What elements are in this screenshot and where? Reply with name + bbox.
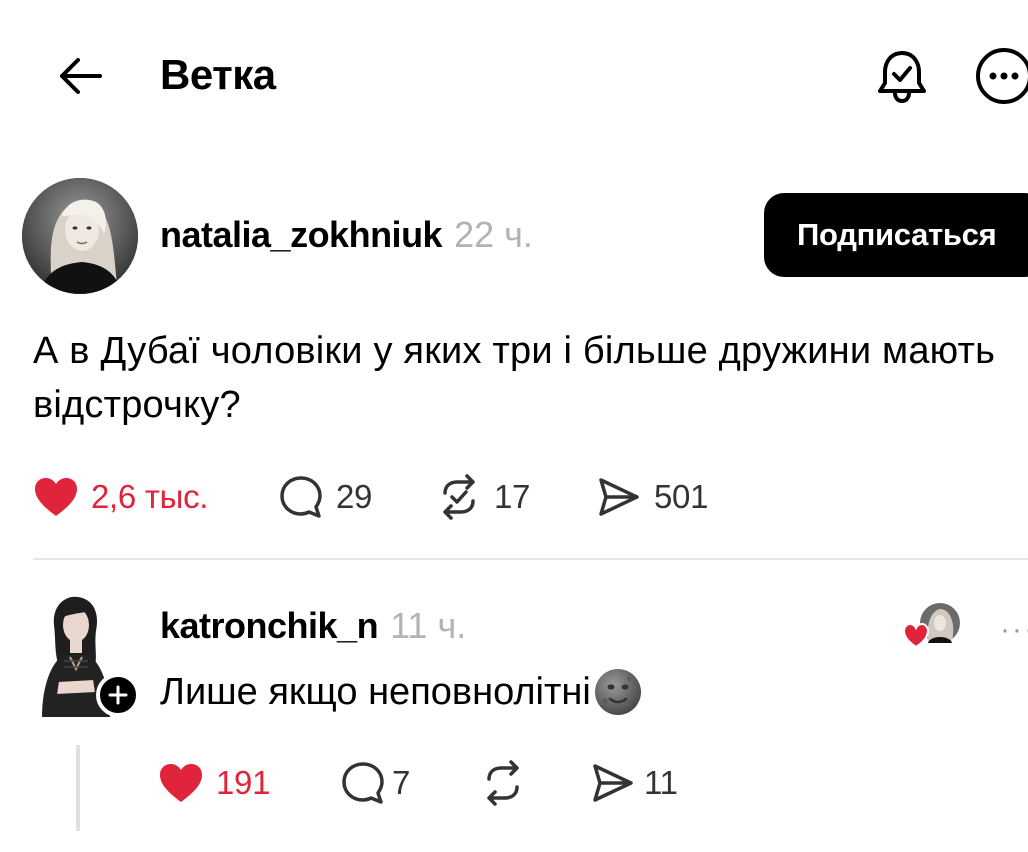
- thread-page: Ветка natalia_zokhniuk 22 ч. Подписаться…: [0, 0, 1028, 852]
- reply-comment-button[interactable]: 7: [340, 759, 410, 807]
- repost-icon: [487, 760, 519, 806]
- reply-like-count: 191: [216, 764, 271, 801]
- reply-actions: 191 7 11: [0, 759, 1028, 807]
- reply-text: Лише якщо неповнолітні: [160, 671, 591, 713]
- new-moon-face-emoji-icon: [594, 669, 641, 715]
- author-username[interactable]: natalia_zokhniuk: [160, 214, 443, 256]
- liked-by-avatar: [902, 603, 960, 649]
- reply-repost-button[interactable]: [480, 759, 526, 807]
- heart-small-icon: [902, 622, 930, 649]
- reply-share-count: 11: [644, 764, 678, 801]
- comment-button[interactable]: 29: [278, 472, 372, 522]
- more-horizontal-icon: [976, 48, 1028, 104]
- avatar[interactable]: [22, 178, 138, 294]
- comment-count: 29: [336, 478, 373, 515]
- reply-author-username[interactable]: katronchik_n: [160, 605, 379, 647]
- post-actions: 2,6 тыс. 29 17 501: [0, 472, 1028, 522]
- follow-add-button[interactable]: [96, 673, 140, 717]
- like-button[interactable]: 2,6 тыс.: [33, 472, 208, 522]
- repost-button[interactable]: 17: [436, 472, 530, 522]
- reply-more-button[interactable]: ···: [1000, 613, 1028, 647]
- back-button[interactable]: [52, 48, 108, 104]
- repost-count: 17: [494, 478, 531, 515]
- repost-icon: [443, 474, 475, 520]
- notifications-button[interactable]: [872, 46, 932, 106]
- header: Ветка: [0, 0, 1028, 150]
- follow-button[interactable]: Подписаться: [764, 193, 1028, 277]
- heart-filled-icon: [35, 478, 77, 516]
- reply-comment-count: 7: [392, 764, 411, 801]
- liked-by-author-badge: [902, 601, 964, 651]
- reply-like-button[interactable]: 191: [158, 759, 270, 807]
- avatar-photo: [22, 178, 138, 294]
- share-button[interactable]: 501: [596, 472, 708, 522]
- like-count: 2,6 тыс.: [91, 478, 209, 515]
- page-title: Ветка: [160, 51, 276, 98]
- arrow-left-icon: [60, 58, 102, 94]
- send-icon: [593, 764, 633, 802]
- post-meta: natalia_zokhniuk 22 ч.: [160, 214, 533, 256]
- reply-meta: katronchik_n 11 ч.: [160, 605, 466, 647]
- bell-check-icon: [878, 51, 926, 104]
- reply-timestamp: 11 ч.: [390, 605, 467, 646]
- divider: [33, 558, 1028, 560]
- more-options-button[interactable]: [974, 46, 1028, 106]
- post-timestamp: 22 ч.: [454, 214, 533, 255]
- send-icon: [599, 478, 639, 516]
- share-count: 501: [654, 478, 709, 515]
- heart-filled-icon: [160, 764, 202, 802]
- comment-icon: [280, 476, 322, 518]
- comment-icon: [342, 762, 384, 804]
- reply-text-row: Лише якщо неповнолітні: [160, 665, 643, 719]
- post-text: А в Дубаї чоловіки у яких три і більше д…: [33, 330, 996, 426]
- reply-share-button[interactable]: 11: [590, 759, 678, 807]
- plus-icon: [108, 685, 128, 705]
